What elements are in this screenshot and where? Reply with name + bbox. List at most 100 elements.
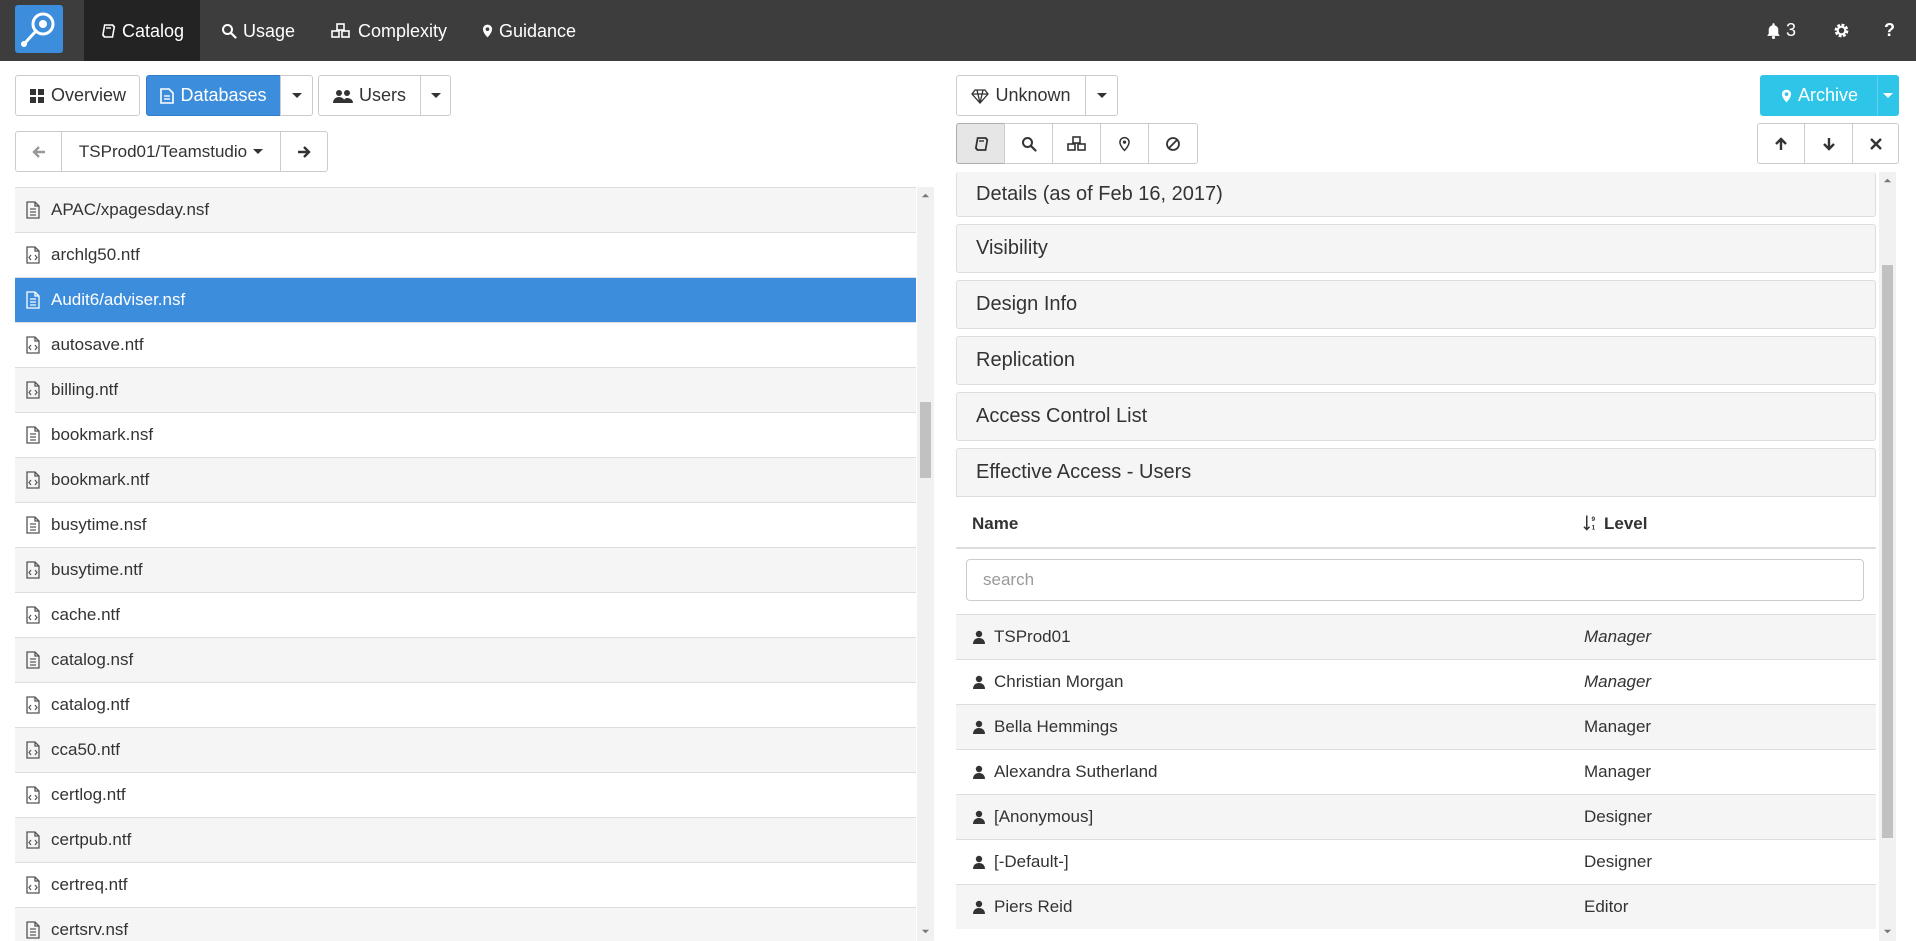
file-code-icon	[26, 381, 40, 399]
database-file-name: certlog.ntf	[51, 785, 126, 804]
tab-guidance[interactable]	[1100, 123, 1149, 164]
close-button[interactable]	[1852, 123, 1899, 164]
file-code-icon	[26, 786, 40, 804]
users-button[interactable]: Users	[318, 75, 421, 116]
forward-button[interactable]	[280, 131, 328, 172]
database-list-item[interactable]: autosave.ntf	[15, 323, 916, 368]
panel-access-control-list[interactable]: Access Control List	[956, 392, 1876, 441]
user-access-row[interactable]: Bella Hemmings Manager	[956, 704, 1876, 749]
path-dropdown[interactable]: TSProd01/Teamstudio	[61, 131, 281, 172]
database-list-item[interactable]: bookmark.ntf	[15, 458, 916, 503]
database-list-item[interactable]: archlg50.ntf	[15, 233, 916, 278]
file-text-icon	[26, 921, 40, 939]
database-list-item[interactable]: APAC/xpagesday.nsf	[15, 188, 916, 233]
tab-catalog[interactable]	[956, 123, 1005, 164]
classification-button[interactable]: Unknown	[956, 75, 1086, 116]
user-access-row[interactable]: Piers Reid Editor	[956, 884, 1876, 929]
database-list-item[interactable]: bookmark.nsf	[15, 413, 916, 458]
panel-design-info[interactable]: Design Info	[956, 280, 1876, 329]
file-text-icon	[26, 651, 40, 669]
cubes-icon	[331, 22, 350, 38]
archive-dropdown-toggle[interactable]	[1877, 75, 1899, 116]
book-icon	[102, 23, 116, 38]
database-list-item[interactable]: catalog.ntf	[15, 683, 916, 728]
database-list-item[interactable]: certpub.ntf	[15, 818, 916, 863]
file-code-icon	[26, 606, 40, 624]
archive-button[interactable]: Archive	[1760, 75, 1879, 116]
database-file-name: APAC/xpagesday.nsf	[51, 200, 210, 219]
path-label: TSProd01/Teamstudio	[78, 141, 248, 161]
move-up-button[interactable]	[1757, 123, 1805, 164]
database-list-item[interactable]: Audit6/adviser.nsf	[15, 278, 916, 323]
user-access-row[interactable]: Christian Morgan Manager	[956, 659, 1876, 704]
user-icon	[973, 810, 985, 824]
users-search-input[interactable]: search	[966, 559, 1864, 601]
tab-exclude[interactable]	[1148, 123, 1198, 164]
user-access-level: Manager	[1584, 717, 1652, 736]
database-list-item[interactable]: cca50.ntf	[15, 728, 916, 773]
nav-catalog[interactable]: Catalog	[84, 0, 201, 61]
archive-label: Archive	[1797, 85, 1859, 105]
panel-replication[interactable]: Replication	[956, 336, 1876, 385]
nav-usage[interactable]: Usage	[205, 0, 311, 61]
overview-button[interactable]: Overview	[15, 75, 140, 116]
column-name-header[interactable]: Name	[972, 514, 1018, 534]
scrollbar-thumb[interactable]	[920, 402, 931, 478]
settings-button[interactable]	[1833, 0, 1850, 61]
column-level-header[interactable]: Level	[1604, 514, 1647, 534]
details-scrollbar[interactable]	[1879, 172, 1896, 941]
user-access-row[interactable]: Alexandra Sutherland Manager	[956, 749, 1876, 794]
user-access-level: Manager	[1584, 627, 1652, 646]
file-text-icon	[160, 87, 175, 104]
nav-complexity[interactable]: Complexity	[314, 0, 463, 61]
help-button[interactable]: ?	[1884, 0, 1895, 61]
users-search-placeholder: search	[983, 570, 1035, 589]
panel-visibility-title: Visibility	[976, 237, 1048, 259]
scrollbar-thumb[interactable]	[1882, 265, 1893, 838]
database-list-item[interactable]: busytime.nsf	[15, 503, 916, 548]
close-icon	[1869, 137, 1882, 150]
database-list-item[interactable]: catalog.nsf	[15, 638, 916, 683]
database-list-item[interactable]: certlog.ntf	[15, 773, 916, 818]
user-icon	[973, 855, 985, 869]
database-file-name: catalog.nsf	[51, 650, 134, 669]
panel-details-title: Details (as of Feb 16, 2017)	[976, 182, 1223, 205]
database-list-scrollbar[interactable]	[917, 187, 934, 941]
database-list-item[interactable]: billing.ntf	[15, 368, 916, 413]
databases-dropdown-toggle[interactable]	[280, 75, 313, 116]
panel-visibility[interactable]: Visibility	[956, 224, 1876, 273]
user-access-level: Manager	[1584, 672, 1652, 691]
user-name: [Anonymous]	[994, 807, 1094, 826]
database-list-item[interactable]: certsrv.nsf	[15, 908, 916, 941]
user-icon	[973, 630, 985, 644]
back-button[interactable]	[15, 131, 62, 172]
database-list-item[interactable]: cache.ntf	[15, 593, 916, 638]
book-icon	[974, 136, 988, 151]
scroll-down-icon[interactable]	[1883, 927, 1892, 936]
classification-dropdown-toggle[interactable]	[1085, 75, 1118, 116]
scroll-down-icon[interactable]	[921, 927, 930, 936]
users-dropdown-toggle[interactable]	[420, 75, 451, 116]
panel-effective-access-users[interactable]: Effective Access - Users	[956, 448, 1876, 497]
tab-complexity[interactable]	[1052, 123, 1101, 164]
nav-guidance[interactable]: Guidance	[466, 0, 592, 61]
notifications-button[interactable]: 3	[1765, 0, 1796, 61]
database-list-item[interactable]: certreq.ntf	[15, 863, 916, 908]
file-code-icon	[26, 246, 40, 264]
panel-details[interactable]: Details (as of Feb 16, 2017)	[956, 172, 1876, 217]
database-file-name: billing.ntf	[51, 380, 119, 399]
app-logo[interactable]	[15, 5, 63, 53]
databases-button[interactable]: Databases	[146, 75, 281, 116]
user-access-row[interactable]: TSProd01 Manager	[956, 614, 1876, 659]
tab-usage[interactable]	[1004, 123, 1053, 164]
databases-label: Databases	[180, 85, 267, 105]
scroll-up-icon[interactable]	[1883, 176, 1892, 185]
move-down-button[interactable]	[1804, 123, 1853, 164]
database-list-item[interactable]: busytime.ntf	[15, 548, 916, 593]
scroll-up-icon[interactable]	[921, 191, 930, 200]
user-access-row[interactable]: [Anonymous] Designer	[956, 794, 1876, 839]
search-icon	[222, 23, 237, 39]
file-code-icon	[26, 336, 40, 354]
nav-complexity-label: Complexity	[358, 20, 448, 41]
user-access-row[interactable]: [-Default-] Designer	[956, 839, 1876, 884]
